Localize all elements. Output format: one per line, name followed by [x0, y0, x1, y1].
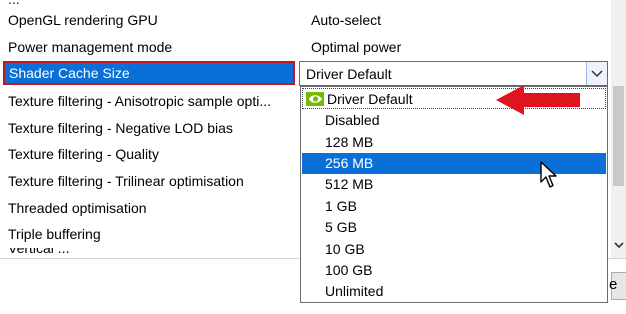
- settings-row-power-management[interactable]: Power management mode Optimal power: [0, 34, 600, 60]
- feature-name: Texture filtering - Trilinear optimisati…: [8, 173, 244, 189]
- option-label: 1 GB: [325, 198, 357, 214]
- dropdown-option-5gb[interactable]: 5 GB: [302, 217, 606, 238]
- feature-name: Triple buffering: [8, 226, 101, 242]
- feature-name: Power management mode: [8, 39, 173, 55]
- red-arrow-icon: [496, 85, 580, 115]
- option-label: 10 GB: [325, 241, 365, 257]
- dropdown-option-1gb[interactable]: 1 GB: [302, 196, 606, 217]
- option-label: 512 MB: [325, 176, 374, 192]
- dropdown-option-128mb[interactable]: 128 MB: [302, 132, 606, 153]
- combo-value: Driver Default: [306, 66, 392, 82]
- settings-row-shader-cache-size[interactable]: Shader Cache Size: [3, 61, 295, 85]
- shader-cache-size-dropdown[interactable]: Driver Default Disabled 128 MB 256 MB 51…: [300, 86, 608, 303]
- option-label: 5 GB: [325, 219, 357, 235]
- feature-name: Shader Cache Size: [9, 65, 130, 81]
- option-label: Driver Default: [327, 91, 413, 107]
- feature-name: Vertical ...: [8, 248, 70, 256]
- dropdown-option-100gb[interactable]: 100 GB: [302, 260, 606, 281]
- option-label: Disabled: [325, 112, 380, 128]
- feature-value: Auto-select: [311, 12, 382, 28]
- nvidia-logo-icon: [306, 92, 324, 106]
- feature-name: Threaded optimisation: [8, 200, 147, 216]
- button-label-fragment: e: [609, 276, 618, 293]
- mouse-pointer-icon: [540, 161, 557, 188]
- dropdown-option-10gb[interactable]: 10 GB: [302, 239, 606, 260]
- option-label: 256 MB: [325, 155, 374, 171]
- option-label: 128 MB: [325, 134, 374, 150]
- scroll-down-icon[interactable]: [612, 236, 626, 254]
- dropdown-option-512mb[interactable]: 512 MB: [302, 174, 606, 195]
- option-label: 100 GB: [325, 262, 373, 278]
- dropdown-option-256mb[interactable]: 256 MB: [302, 153, 606, 174]
- option-label: Unlimited: [325, 283, 384, 299]
- feature-name: OpenGL rendering GPU: [8, 12, 158, 28]
- scrollbar-thumb[interactable]: [613, 86, 624, 186]
- feature-value: Optimal power: [311, 39, 402, 55]
- dropdown-option-unlimited[interactable]: Unlimited: [302, 281, 606, 302]
- chevron-down-icon[interactable]: [586, 62, 607, 85]
- feature-name: Texture filtering - Anisotropic sample o…: [8, 93, 272, 109]
- settings-row-opengl-gpu[interactable]: OpenGL rendering GPU Auto-select: [0, 7, 600, 33]
- feature-name: Texture filtering - Negative LOD bias: [8, 120, 233, 136]
- feature-name: Texture filtering - Quality: [8, 146, 159, 162]
